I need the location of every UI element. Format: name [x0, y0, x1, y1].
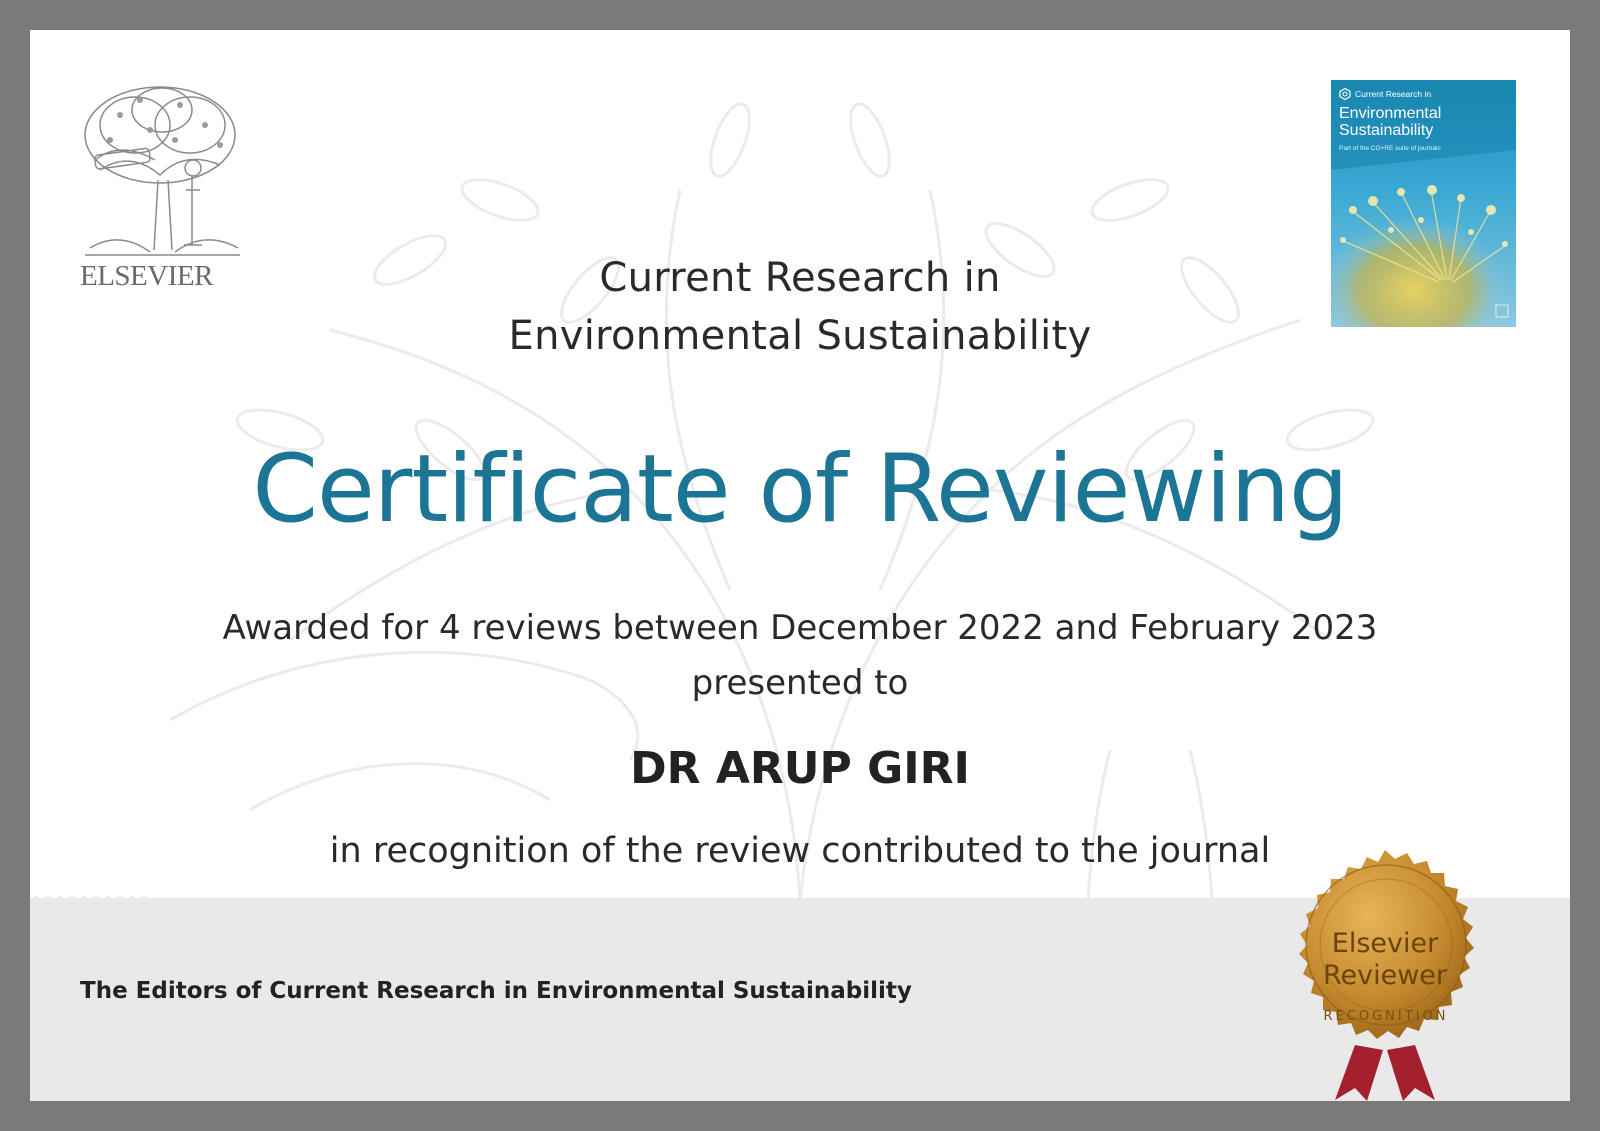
cover-subtitle: Part of the CO+RE suite of journals — [1339, 145, 1441, 152]
certificate-sheet: ELSEVIER Current Research in Environment… — [30, 30, 1570, 1101]
editors-signature: The Editors of Current Research in Envir… — [80, 978, 912, 1004]
certificate-title: Certificate of Reviewing — [252, 435, 1348, 544]
svg-text:RECOGNITION: RECOGNITION — [1324, 1009, 1449, 1024]
elsevier-tree-icon — [84, 86, 240, 256]
reviewer-seal: RECOGNITION Elsevier Reviewer — [1275, 850, 1500, 1101]
recipient-name: DR ARUP GIRI — [630, 743, 970, 794]
cover-series: Current Research in — [1355, 89, 1432, 99]
hexagon-icon — [1339, 88, 1351, 100]
seal-text-line1: Elsevier — [1331, 928, 1439, 959]
cover-title: Environmental Sustainability — [1339, 105, 1442, 139]
presented-to-text: presented to — [691, 663, 909, 703]
journal-name-line1: Current Research in — [599, 255, 1001, 301]
seal-text-line2: Reviewer — [1322, 960, 1448, 991]
awarded-text: Awarded for 4 reviews between December 2… — [222, 608, 1378, 648]
journal-name-line2: Environmental Sustainability — [508, 313, 1092, 359]
